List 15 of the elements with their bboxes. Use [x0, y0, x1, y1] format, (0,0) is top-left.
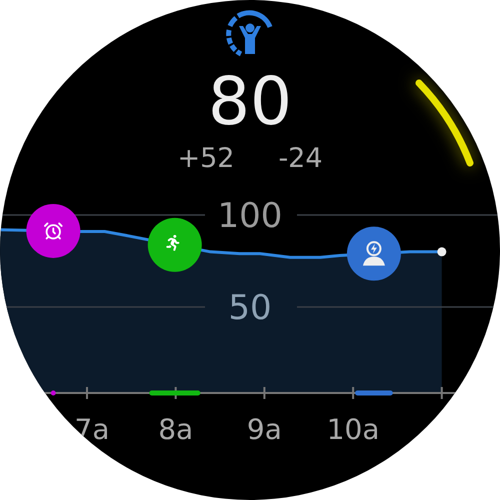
person-bolt-icon — [362, 241, 385, 266]
end-point — [437, 247, 446, 256]
y-tick-label: 100 — [218, 196, 282, 236]
event-marker[interactable] — [26, 204, 80, 258]
score-value: 80 — [208, 64, 292, 140]
change-value: -24 — [278, 142, 323, 176]
x-tick-label: 10a — [326, 413, 380, 446]
x-tick-label: 8a — [158, 413, 194, 446]
y-tick-label: 50 — [228, 288, 272, 328]
x-tick-label: 9a — [246, 413, 282, 446]
alarm-clock-icon — [44, 223, 62, 238]
event-marker[interactable] — [346, 226, 401, 281]
change-value: +52 — [177, 142, 234, 176]
runner-icon — [166, 234, 180, 251]
event-marker[interactable] — [148, 218, 202, 272]
